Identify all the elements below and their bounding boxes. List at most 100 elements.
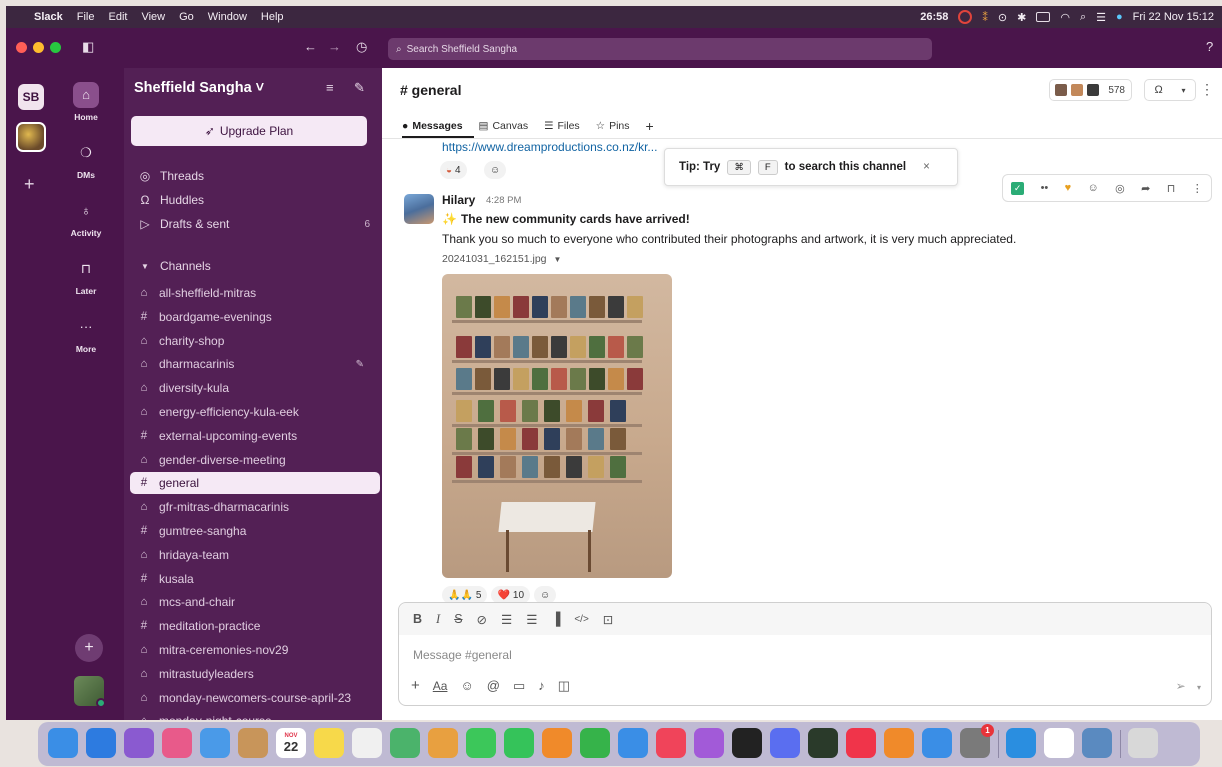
save-icon[interactable]: ⊓ [1167,182,1176,195]
more-actions-icon[interactable]: ⋮ [1192,182,1203,195]
channel-item-dharmacarinis[interactable]: ⌂ dharmacarinis ✎ [130,353,380,375]
channel-item-gumtree-sangha[interactable]: # gumtree-sangha [130,520,380,542]
dock-music-icon[interactable] [656,728,686,758]
channel-item-boardgame-evenings[interactable]: # boardgame-evenings [130,306,380,328]
search-bar[interactable]: ⌕ Search Sheffield Sangha [388,38,932,60]
help-icon[interactable]: ? [1206,39,1213,54]
menu-view[interactable]: View [134,11,172,23]
menu-app-name[interactable]: Slack [27,11,70,23]
dock-preview-icon[interactable] [1082,728,1112,758]
filter-icon[interactable]: ≡ [326,80,334,95]
forward-icon[interactable]: ➦ [1141,182,1150,195]
dock-trash-icon[interactable] [1128,728,1158,758]
rail-activity[interactable]: ♁ Activity [66,198,106,238]
channel-item-meditation-practice[interactable]: # meditation-practice [130,615,380,637]
back-arrow-icon[interactable]: ← [304,39,317,54]
workspace-sheffield[interactable] [16,122,46,152]
dock-safari-icon[interactable] [86,728,116,758]
rail-more[interactable]: ··· More [66,314,106,354]
reply-thread-icon[interactable]: ◎ [1115,182,1125,195]
members-button[interactable]: 578 [1049,79,1132,101]
dock-system-settings-icon[interactable]: 1 [960,724,994,758]
channel-item-mitra-ceremonies-nov29[interactable]: ⌂ mitra-ceremonies-nov29 [130,639,380,661]
dock-photos-icon[interactable] [428,728,458,758]
code-block-icon[interactable]: ⊡ [603,612,613,627]
status-icon[interactable]: ⁑ [982,11,988,24]
wifi-icon[interactable]: ◠ [1060,11,1070,24]
dock-activity-monitor-icon[interactable] [808,728,838,758]
italic-icon[interactable]: I [436,612,440,627]
tab-files[interactable]: ☰ Files [544,118,580,134]
tab-pins[interactable]: ☆ Pins [596,118,630,134]
nav-drafts[interactable]: ▷ Drafts & sent [138,217,229,231]
attachment-name[interactable]: 20241031_162151.jpg ▼ [442,253,561,265]
rail-dms[interactable]: ❍ DMs [66,140,106,180]
blockquote-icon[interactable]: ▐ [551,612,560,626]
tab-messages[interactable]: ● Messages [402,118,463,134]
channels-section-header[interactable]: ▼ Channels [138,259,211,273]
sidebar-toggle-icon[interactable]: ◧ [82,39,94,55]
mention-icon[interactable]: @ [487,678,500,693]
dock-prime-video-icon[interactable] [1006,728,1036,758]
bulleted-list-icon[interactable]: ☰ [526,612,537,627]
stop-recording-icon[interactable] [958,10,973,24]
link-icon[interactable]: ⊘ [477,612,487,627]
author-avatar[interactable] [404,194,434,224]
hands-emoji-icon[interactable]: ♥ [1065,182,1072,194]
channel-item-gender-diverse-meeting[interactable]: ⌂ gender-diverse-meeting [130,449,380,471]
dock-messages-icon[interactable] [466,728,496,758]
channel-item-mcs-and-chair[interactable]: ⌂ mcs-and-chair [130,591,380,613]
channel-item-charity-shop[interactable]: ⌂ charity-shop [130,330,380,352]
add-workspace-icon[interactable]: + [24,174,35,195]
text-format-icon[interactable]: Aa [433,679,448,693]
dock-numbers-icon[interactable] [580,728,610,758]
emoji-icon[interactable]: ☺ [460,678,473,693]
dock-reminders-icon[interactable] [352,728,382,758]
control-center-icon[interactable]: ☰ [1096,11,1106,24]
channel-item-gfr-mitras-dharmacarinis[interactable]: ⌂ gfr-mitras-dharmacarinis [130,496,380,518]
menu-window[interactable]: Window [201,11,254,23]
code-icon[interactable]: </> [574,614,588,625]
dock-pages-icon[interactable] [542,728,572,758]
dock-finder-icon[interactable] [48,728,78,758]
channel-item-energy-efficiency-kula-eek[interactable]: ⌂ energy-efficiency-kula-eek [130,401,380,423]
dock-contacts-icon[interactable] [238,728,268,758]
dock-books-icon[interactable] [884,728,914,758]
upgrade-plan-button[interactable]: ➶ Upgrade Plan [131,116,367,146]
bluetooth-icon[interactable]: ✱ [1017,11,1026,24]
dock-podcasts-icon[interactable] [694,728,724,758]
dock-app-store-icon[interactable] [922,728,952,758]
dock-maps-icon[interactable] [390,728,420,758]
channel-item-hridaya-team[interactable]: ⌂ hridaya-team [130,544,380,566]
dock-tv-icon[interactable] [732,728,762,758]
channel-item-mitrastudyleaders[interactable]: ⌂ mitrastudyleaders [130,663,380,685]
channel-title[interactable]: # general [400,82,461,98]
ordered-list-icon[interactable]: ☰ [501,612,512,627]
zoom-window-button[interactable] [50,42,61,53]
bold-icon[interactable]: B [413,612,422,626]
history-icon[interactable]: ◷ [356,39,367,55]
message-input[interactable]: Message #general [413,648,512,662]
add-reaction-icon[interactable]: ☺ [1088,182,1099,194]
dock-mail-icon[interactable] [200,728,230,758]
dock-messenger-icon[interactable] [770,728,800,758]
menu-datetime[interactable]: Fri 22 Nov 15:12 [1133,11,1214,23]
rail-later[interactable]: ⊓ Later [66,256,106,296]
minimize-window-button[interactable] [33,42,44,53]
user-avatar[interactable] [74,676,106,708]
add-tab-button[interactable]: + [646,118,654,134]
nav-threads[interactable]: ◎ Threads [138,169,204,183]
dock-calendar-icon[interactable]: NOV 22 [276,728,306,758]
attachment-image[interactable] [442,274,672,578]
message-author[interactable]: Hilary [442,193,475,207]
channel-item-monday-newcomers-course-april-23[interactable]: ⌂ monday-newcomers-course-april-23 [130,687,380,709]
nav-huddles[interactable]: Ω Huddles [138,193,205,207]
channel-item-external-upcoming-events[interactable]: # external-upcoming-events [130,425,380,447]
workspace-name[interactable]: Sheffield Sangha ˅ [134,80,264,96]
close-window-button[interactable] [16,42,27,53]
dock-news-icon[interactable] [846,728,876,758]
video-icon[interactable]: ▭ [513,678,525,694]
eyes-emoji-icon[interactable]: •• [1041,182,1049,194]
plus-icon[interactable]: + [411,677,420,694]
channel-item-all-sheffield-mitras[interactable]: ⌂ all-sheffield-mitras [130,282,380,304]
